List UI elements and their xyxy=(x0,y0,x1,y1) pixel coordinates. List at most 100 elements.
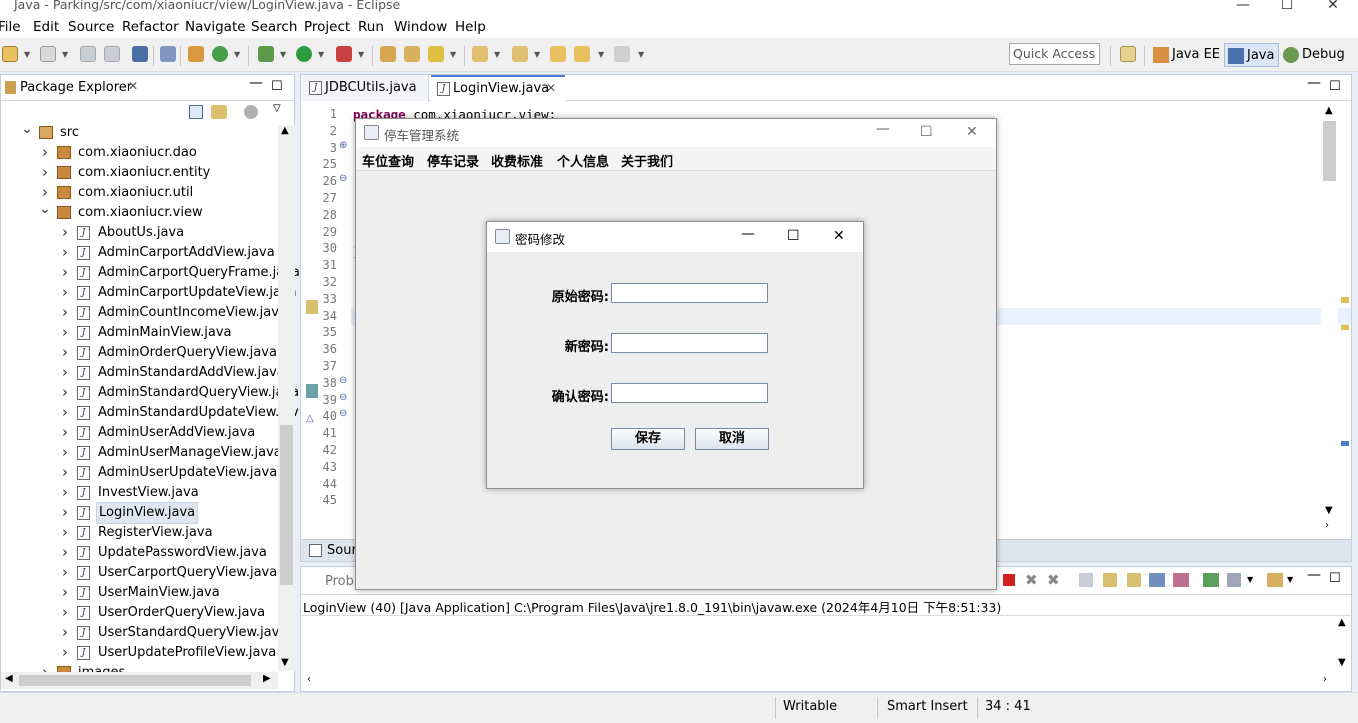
chevron-right-icon[interactable]: › xyxy=(59,422,71,442)
tree-item[interactable]: › J RegisterView.java xyxy=(1,523,278,543)
menu-file[interactable]: File xyxy=(0,16,21,38)
tree-item[interactable]: › J UserOrderQueryView.java xyxy=(1,603,278,623)
tree-item[interactable]: › J UserMainView.java xyxy=(1,583,278,603)
chevron-right-icon[interactable]: › xyxy=(59,462,71,482)
tree-item[interactable]: › J AdminStandardUpdateView.jav xyxy=(1,402,299,423)
tree-item[interactable]: › J AdminUserAddView.java xyxy=(1,423,278,443)
view-dropdown-icon[interactable]: ▽ xyxy=(273,103,281,114)
source-tab[interactable]: Sour xyxy=(327,543,357,558)
console-horizontal-scrollbar[interactable]: ‹ › xyxy=(301,673,1334,690)
tab-loginview[interactable]: J LoginView.java ✕ xyxy=(431,75,565,102)
confirm-password-input[interactable] xyxy=(611,383,768,403)
tree-item[interactable]: › J AdminStandardAddView.java xyxy=(1,363,285,383)
chevron-right-icon[interactable]: › xyxy=(59,282,71,302)
console-scroll-down-icon[interactable]: ▼ xyxy=(1338,657,1346,668)
refresh-dropdown-icon[interactable]: ▼ xyxy=(234,50,240,59)
view-menu-icon[interactable] xyxy=(244,105,258,119)
tree-hscroll-thumb[interactable] xyxy=(19,675,251,686)
word-wrap-icon[interactable] xyxy=(1127,573,1141,587)
tree-item[interactable]: › com.xiaoniucr.entity xyxy=(1,163,278,183)
new-icon[interactable] xyxy=(2,46,18,62)
dialog-maximize-button[interactable]: ☐ xyxy=(787,228,800,244)
chevron-right-icon[interactable]: › xyxy=(59,622,71,642)
app-close-button[interactable]: ✕ xyxy=(966,124,978,140)
new-file-dropdown-icon[interactable]: ▼ xyxy=(62,50,68,59)
chevron-right-icon[interactable]: › xyxy=(59,542,71,562)
prev-annotation-dropdown-icon[interactable]: ▼ xyxy=(534,50,540,59)
show-stdout-icon[interactable] xyxy=(1149,573,1165,587)
tree-item[interactable]: › J AboutUs.java xyxy=(1,223,278,243)
chevron-right-icon[interactable]: › xyxy=(59,342,71,362)
prev-annotation-icon[interactable] xyxy=(512,46,528,62)
search-dropdown-icon[interactable]: ▼ xyxy=(450,50,456,59)
chevron-right-icon[interactable]: › xyxy=(59,322,71,342)
minimize-editor-icon[interactable]: — xyxy=(1307,75,1321,91)
chevron-right-icon[interactable]: › xyxy=(59,522,71,542)
collapse-fold-icon[interactable]: ⊖ xyxy=(339,392,347,403)
chevron-right-icon[interactable]: › xyxy=(59,382,71,402)
tab-jdbcutils[interactable]: J JDBCUtils.java xyxy=(301,75,429,101)
close-tab-icon[interactable]: ✕ xyxy=(546,81,556,95)
cancel-button[interactable]: 取消 xyxy=(695,428,769,450)
search-tool-icon[interactable] xyxy=(428,46,444,62)
tree-item[interactable]: › J AdminCarportAddView.java xyxy=(1,243,278,263)
chevron-right-icon[interactable]: › xyxy=(59,402,71,422)
scroll-lock-icon[interactable] xyxy=(1103,573,1117,587)
build-icon[interactable] xyxy=(188,46,204,62)
problems-tab[interactable]: Probl xyxy=(325,574,358,589)
run-icon[interactable] xyxy=(296,46,312,62)
editor-vertical-scrollbar[interactable]: ▲ ▼ xyxy=(1321,105,1338,519)
open-type-icon[interactable] xyxy=(404,46,420,62)
back-dropdown-icon[interactable]: ▼ xyxy=(598,50,604,59)
editor-scroll-down-icon[interactable]: ▼ xyxy=(1325,505,1333,516)
skip-breakpoints-icon[interactable] xyxy=(160,46,176,62)
dialog-minimize-button[interactable]: — xyxy=(741,226,755,242)
chevron-down-icon[interactable]: ⌄ xyxy=(39,199,51,219)
last-edit-icon[interactable] xyxy=(550,46,566,62)
new-dropdown-icon[interactable]: ▼ xyxy=(24,50,30,59)
tree-item[interactable]: › J UserStandardQueryView.java xyxy=(1,622,287,643)
tree-horizontal-scrollbar[interactable]: ◀ ▶ xyxy=(1,672,278,689)
menu-search[interactable]: Search xyxy=(251,16,297,38)
app-minimize-button[interactable]: — xyxy=(876,121,890,137)
tree-item[interactable]: › J AdminCountIncomeView.java xyxy=(1,303,287,323)
old-password-input[interactable] xyxy=(611,283,768,303)
maximize-editor-icon[interactable]: ☐ xyxy=(1329,79,1341,94)
tree-item[interactable]: › J AdminCarportQueryFrame.java xyxy=(1,262,300,283)
editor-scroll-thumb[interactable] xyxy=(1323,121,1336,181)
console-scroll-up-icon[interactable]: ▲ xyxy=(1338,617,1346,628)
menu-navigate[interactable]: Navigate xyxy=(185,16,246,38)
overview-marker[interactable] xyxy=(1341,441,1349,446)
scroll-down-icon[interactable]: ▼ xyxy=(281,657,289,668)
editor-scroll-right-icon[interactable]: › xyxy=(1325,520,1329,531)
open-console-dropdown-icon[interactable]: ▼ xyxy=(1287,575,1293,584)
dialog-close-button[interactable]: ✕ xyxy=(833,228,845,244)
minimize-button[interactable]: — xyxy=(1220,0,1266,12)
menu-about-us[interactable]: 关于我们 xyxy=(621,151,673,170)
open-console-icon[interactable] xyxy=(1267,573,1283,587)
next-annotation-dropdown-icon[interactable]: ▼ xyxy=(494,50,500,59)
link-with-editor-icon[interactable] xyxy=(211,105,227,119)
app-maximize-button[interactable]: ☐ xyxy=(920,124,933,140)
chevron-right-icon[interactable]: › xyxy=(59,582,71,602)
tree-vertical-scrollbar[interactable]: ▲ ▼ xyxy=(278,125,295,671)
tree-item[interactable]: › J AdminCarportUpdateView.java xyxy=(1,282,297,303)
console-scroll-right-icon[interactable]: › xyxy=(1323,674,1327,685)
chevron-right-icon[interactable]: › xyxy=(59,262,71,282)
menu-help[interactable]: Help xyxy=(455,16,486,38)
collapse-fold-icon[interactable]: ⊖ xyxy=(339,375,347,386)
forward-dropdown-icon[interactable]: ▼ xyxy=(638,50,644,59)
minimize-view-icon[interactable]: — xyxy=(249,75,263,91)
back-icon[interactable] xyxy=(574,46,590,62)
chevron-right-icon[interactable]: › xyxy=(39,162,51,182)
perspective-java-ee[interactable]: Java EE xyxy=(1150,43,1224,67)
chevron-right-icon[interactable]: › xyxy=(59,602,71,622)
remove-launch-icon[interactable]: ✖ xyxy=(1025,571,1038,589)
forward-icon[interactable] xyxy=(614,46,630,62)
tree-item[interactable]: › J UpdatePasswordView.java xyxy=(1,543,278,563)
perspective-java[interactable]: Java xyxy=(1224,43,1280,67)
quick-access-input[interactable]: Quick Access xyxy=(1009,43,1100,65)
tree-item[interactable]: › com.xiaoniucr.dao xyxy=(1,143,278,163)
debug-icon[interactable] xyxy=(258,46,274,62)
menu-parking-records[interactable]: 停车记录 xyxy=(427,151,479,170)
